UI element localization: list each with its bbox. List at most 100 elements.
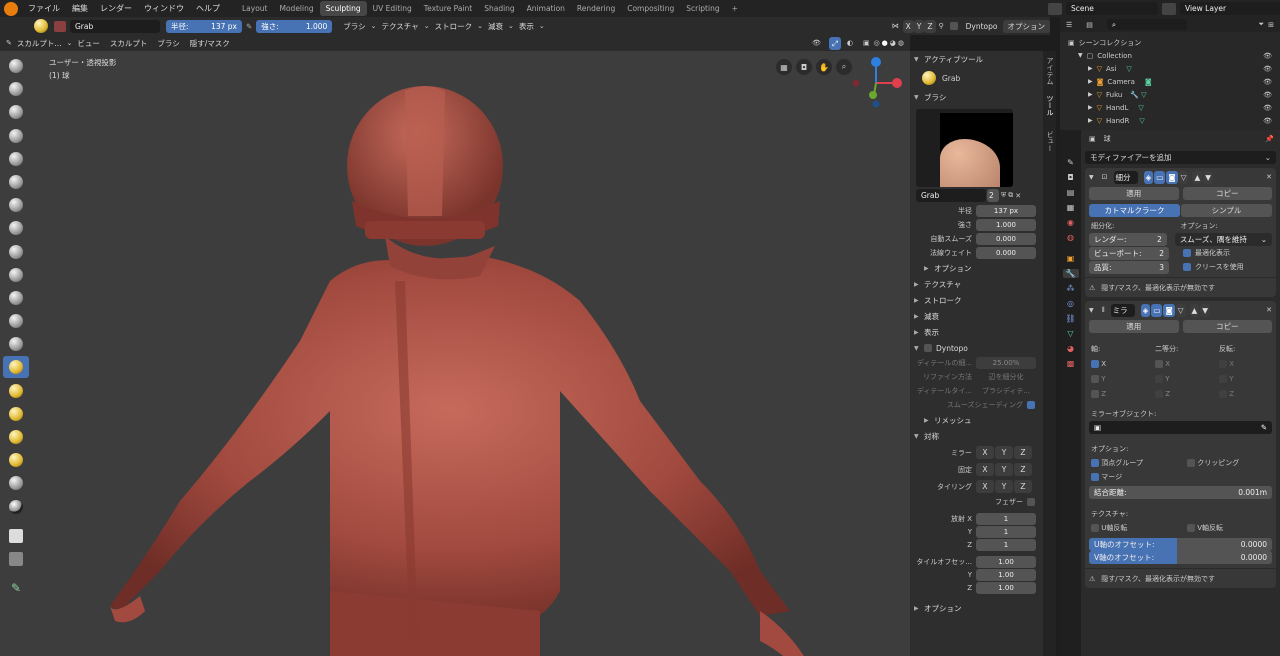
asi-visibility-icon[interactable]: 👁: [1263, 65, 1272, 73]
tool-grab[interactable]: [3, 356, 29, 379]
eyedropper-icon[interactable]: ✎: [1261, 421, 1267, 434]
wireframe-shading-icon[interactable]: ◎: [874, 39, 880, 47]
options-section[interactable]: ▶ オプション: [910, 600, 1043, 616]
brush-options-subpanel[interactable]: ▶ オプション: [910, 260, 1043, 276]
active-tool-section[interactable]: ▼ アクティブツール: [910, 51, 1043, 67]
merge-checkbox[interactable]: [1091, 473, 1099, 481]
tab-animation[interactable]: Animation: [521, 1, 571, 16]
detail-size-field[interactable]: 25.00%: [976, 357, 1036, 369]
scene-icon[interactable]: [1048, 2, 1062, 15]
camera-view-icon[interactable]: ◘: [796, 59, 812, 75]
tab-texture-paint[interactable]: Texture Paint: [418, 1, 478, 16]
fake-user-icon[interactable]: ⛨: [1001, 191, 1006, 200]
axis-gizmo[interactable]: [848, 55, 904, 111]
tool-tab-icon[interactable]: ✎: [1067, 158, 1074, 167]
tool-layer[interactable]: [3, 148, 29, 170]
sym-tile-y[interactable]: Y: [995, 480, 1013, 493]
mirror-move-up-icon[interactable]: ▲: [1189, 303, 1200, 317]
flip-y-checkbox[interactable]: [1219, 374, 1227, 383]
axis-y-checkbox[interactable]: [1091, 374, 1099, 383]
outliner-item-asi[interactable]: ▶ ▽ Asi ▽ 👁: [1060, 62, 1280, 75]
mirror-move-down-icon[interactable]: ▼: [1200, 303, 1211, 317]
pan-hand-icon[interactable]: ✋: [816, 59, 832, 75]
tool-scrape[interactable]: [3, 310, 29, 332]
scene-tab-icon[interactable]: ◉: [1067, 218, 1074, 227]
outliner-item-camera[interactable]: ▶ ◙ Camera ◙ 👁: [1060, 75, 1280, 88]
menu-file[interactable]: ファイル: [22, 3, 66, 14]
flip-z-checkbox[interactable]: [1219, 389, 1227, 398]
collection-visibility-icon[interactable]: 👁: [1263, 52, 1272, 60]
brush-icon[interactable]: [34, 19, 48, 33]
mirror-editmode-icon[interactable]: ◈: [1140, 303, 1151, 317]
tab-view[interactable]: ビュー: [1045, 131, 1055, 152]
tile-offset-y-field[interactable]: 1.00: [976, 568, 1036, 581]
render-tab-icon[interactable]: ◘: [1067, 173, 1073, 182]
display-section[interactable]: ▶ 表示: [910, 324, 1043, 340]
outliner-search-icon[interactable]: ⌕: [1106, 19, 1187, 30]
sym-lock-z[interactable]: Z: [1014, 463, 1032, 476]
brush-data-name[interactable]: Grab: [916, 189, 986, 202]
outliner-item-handl[interactable]: ▶ ▽ HandL ▽ 👁: [1060, 101, 1280, 114]
mirror-y-toggle[interactable]: Y: [913, 19, 925, 33]
tab-compositing[interactable]: Compositing: [621, 1, 680, 16]
smooth-shading-checkbox[interactable]: [1027, 401, 1035, 409]
tool-rotate[interactable]: [3, 449, 29, 471]
brush-name-field[interactable]: Grab: [70, 19, 160, 33]
fuku-visibility-icon[interactable]: 👁: [1263, 91, 1272, 99]
mirror-remove-icon[interactable]: ✕: [1266, 306, 1272, 314]
mirror-name-field[interactable]: ミラ: [1110, 303, 1135, 317]
sym-lock-x[interactable]: X: [976, 463, 994, 476]
solid-shading-icon[interactable]: ●: [882, 39, 888, 47]
outliner-editor-icon[interactable]: ☰: [1066, 21, 1072, 29]
u-flip-checkbox[interactable]: [1091, 524, 1099, 532]
outliner-item-handr[interactable]: ▶ ▽ HandR ▽ 👁: [1060, 114, 1280, 127]
dyntopo-checkbox[interactable]: [949, 22, 958, 30]
mirror-viewport-icon[interactable]: ▭: [1151, 303, 1163, 317]
sym-lock-y[interactable]: Y: [995, 463, 1013, 476]
duplicate-brush-icon[interactable]: ⧉: [1008, 191, 1013, 200]
stroke-section[interactable]: ▶ ストローク: [910, 292, 1043, 308]
catmull-clark-tab[interactable]: カトマルクラーク: [1089, 204, 1180, 217]
falloff-section[interactable]: ▶ 減衰: [910, 308, 1043, 324]
tool-box-hide[interactable]: [3, 525, 29, 547]
detail-type-dropdown[interactable]: ブラシディテ...: [976, 385, 1036, 397]
blender-logo-icon[interactable]: [4, 1, 18, 16]
dyntopo-section[interactable]: ▼ Dyntopo: [910, 340, 1043, 356]
quality-field[interactable]: 品質: 3: [1089, 260, 1169, 274]
particles-tab-icon[interactable]: ⁂: [1067, 284, 1075, 293]
refine-dropdown[interactable]: 辺を細分化: [976, 371, 1036, 383]
mode-selector[interactable]: スカルプト...: [12, 38, 67, 49]
brush-preview[interactable]: [916, 109, 1013, 187]
render-levels-field[interactable]: レンダー: 2: [1089, 232, 1167, 246]
mirror-copy-button[interactable]: コピー: [1182, 320, 1272, 333]
pin-icon[interactable]: 📌: [1265, 135, 1274, 143]
radial-z-field[interactable]: 1: [976, 538, 1036, 551]
add-modifier-dropdown[interactable]: モディファイアーを追加 ⌄: [1085, 151, 1276, 164]
tool-box-mask[interactable]: [3, 548, 29, 570]
menu-window[interactable]: ウィンドウ: [138, 3, 190, 14]
vertex-groups-checkbox[interactable]: [1091, 459, 1099, 467]
mirror-apply-button[interactable]: 適用: [1089, 320, 1179, 333]
symmetry-section[interactable]: ▼ 対称: [910, 428, 1043, 444]
bisect-y-checkbox[interactable]: [1155, 374, 1163, 383]
radius-prop-field[interactable]: 137 px: [976, 205, 1036, 217]
rendered-shading-icon[interactable]: ◍: [898, 39, 904, 47]
tile-offset-z-field[interactable]: 1.00: [976, 581, 1036, 594]
unlink-brush-icon[interactable]: ✕: [1015, 192, 1021, 200]
tab-tool[interactable]: ツール: [1045, 95, 1055, 116]
v-flip-checkbox[interactable]: [1187, 524, 1195, 532]
pen-pressure-icon[interactable]: ✎: [246, 22, 252, 31]
viewport-levels-field[interactable]: ビューポート: 2: [1089, 246, 1169, 260]
handr-visibility-icon[interactable]: 👁: [1263, 117, 1272, 125]
clipping-checkbox[interactable]: [1187, 459, 1195, 467]
subsurf-copy-button[interactable]: コピー: [1182, 187, 1272, 200]
lock-icon[interactable]: ⚲: [939, 22, 944, 30]
subsurf-name-field[interactable]: 細分: [1113, 170, 1138, 184]
sculpt-menu[interactable]: スカルプト: [105, 38, 153, 49]
tool-nudge[interactable]: [3, 426, 29, 448]
tool-mask[interactable]: [3, 496, 29, 518]
scene-selector[interactable]: Scene: [1066, 2, 1158, 15]
tool-crease[interactable]: [3, 217, 29, 239]
menu-help[interactable]: ヘルプ: [190, 3, 226, 14]
brush-menu-2[interactable]: ブラシ: [152, 38, 184, 49]
